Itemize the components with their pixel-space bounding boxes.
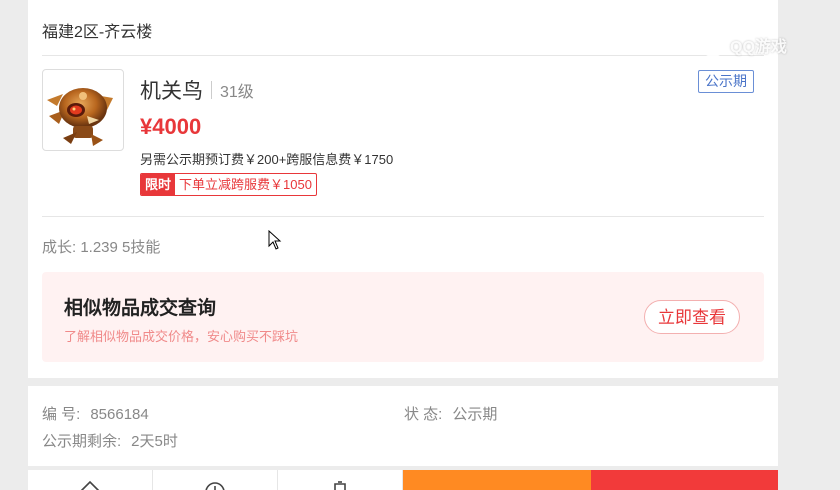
status-row: 状 态: 公示期 xyxy=(404,403,497,424)
pet-avatar[interactable] xyxy=(42,69,124,151)
promo-text: 下单立减跨服费￥1050 xyxy=(179,177,312,192)
divider xyxy=(42,55,764,56)
growth-info: 成长: 1.239 5技能 xyxy=(42,239,161,256)
favorite-button[interactable] xyxy=(278,470,403,490)
home-icon xyxy=(80,480,100,490)
remaining-value: 2天5时 xyxy=(131,433,178,450)
mouse-cursor-icon xyxy=(268,230,282,250)
promo-label: 限时 xyxy=(141,174,176,195)
view-now-button[interactable]: 立即查看 xyxy=(644,300,740,334)
qq-logo-icon xyxy=(700,32,726,58)
watermark: QQ游戏 xyxy=(700,30,787,60)
id-value: 8566184 xyxy=(90,406,149,423)
item-detail-card: 福建2区-齐云楼 机关鸟 31级 公示期 ¥4000 另需公示期预订费￥200+… xyxy=(28,0,778,378)
similar-title: 相似物品成交查询 xyxy=(64,298,217,319)
pet-level: 31级 xyxy=(220,84,254,101)
id-row: 编 号: 8566184 xyxy=(42,403,149,424)
bookmark-icon xyxy=(334,481,346,490)
price: ¥4000 xyxy=(140,114,202,139)
pet-name: 机关鸟 xyxy=(140,80,203,103)
similar-subtitle: 了解相似物品成交价格，安心购买不踩坑 xyxy=(64,329,299,344)
clock-icon xyxy=(205,482,225,490)
divider xyxy=(42,216,764,217)
home-button[interactable] xyxy=(28,470,153,490)
server-name: 福建2区-齐云楼 xyxy=(42,24,153,41)
status-label: 状 态: xyxy=(404,406,443,423)
pet-name-row: 机关鸟 31级 xyxy=(140,76,254,104)
id-label: 编 号: xyxy=(42,406,81,423)
bottom-action-bar xyxy=(28,470,778,490)
service-button[interactable] xyxy=(153,470,278,490)
fee-note: 另需公示期预订费￥200+跨服信息费￥1750 xyxy=(140,152,394,167)
status-badge: 公示期 xyxy=(698,70,754,93)
watermark-text: QQ游戏 xyxy=(730,39,787,56)
promo-badge: 限时 下单立减跨服费￥1050 xyxy=(140,173,317,196)
remaining-row: 公示期剩余: 2天5时 xyxy=(42,430,178,451)
page: 福建2区-齐云楼 机关鸟 31级 公示期 ¥4000 另需公示期预订费￥200+… xyxy=(0,0,840,490)
info-card: 编 号: 8566184 状 态: 公示期 公示期剩余: 2天5时 xyxy=(28,386,778,466)
mechanical-bird-image xyxy=(47,88,113,146)
status-value: 公示期 xyxy=(452,406,498,423)
name-level-separator xyxy=(211,81,212,99)
primary-action-button[interactable] xyxy=(591,470,778,490)
similar-items-panel: 相似物品成交查询 了解相似物品成交价格，安心购买不踩坑 立即查看 xyxy=(42,272,764,362)
secondary-action-button[interactable] xyxy=(403,470,591,490)
remaining-label: 公示期剩余: xyxy=(42,433,122,450)
